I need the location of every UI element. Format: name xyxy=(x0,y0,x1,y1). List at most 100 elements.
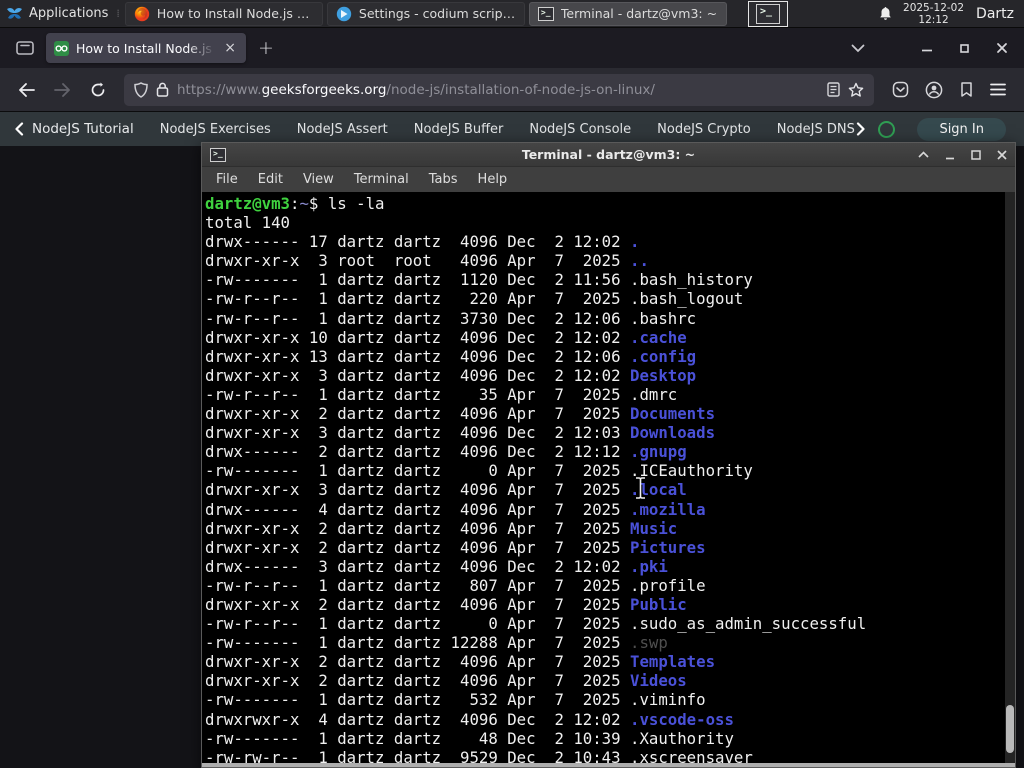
terminal-titlebar[interactable]: >_ Terminal - dartz@vm3: ~ xyxy=(202,143,1015,166)
terminal-menu-terminal[interactable]: Terminal xyxy=(346,170,417,189)
terminal-window: >_ Terminal - dartz@vm3: ~ File Edit View T… xyxy=(201,142,1016,768)
terminal-menu-view[interactable]: View xyxy=(295,170,342,189)
pocket-icon[interactable] xyxy=(892,81,909,98)
minimize-window-icon[interactable] xyxy=(945,150,955,160)
terminal-icon: >_ xyxy=(756,3,781,24)
nav-item[interactable]: NodeJS DNS xyxy=(777,122,855,137)
nav-item[interactable]: NodeJS Buffer xyxy=(414,122,504,137)
user-menu[interactable]: Dartz xyxy=(976,6,1014,22)
tray-terminal-icon[interactable]: >_ xyxy=(748,0,789,27)
extensions-icon[interactable] xyxy=(959,81,974,98)
directory-name: . xyxy=(630,232,640,252)
panel-clock[interactable]: 2025-12-02 12:12 xyxy=(903,2,964,26)
account-icon[interactable] xyxy=(925,81,943,99)
sign-in-button[interactable]: Sign In xyxy=(917,117,1006,141)
directory-name: Music xyxy=(630,518,678,538)
url-text: https://www.geeksforgeeks.org/node-js/in… xyxy=(177,81,655,98)
terminal-prompt-line: dartz@vm3:~$ ls -la xyxy=(205,194,385,213)
directory-name: Documents xyxy=(630,404,716,424)
terminal-line: drwxr-xr-x 13 dartz dartz 4096 Dec 2 12:… xyxy=(205,346,697,366)
terminal-output[interactable]: dartz@vm3:~$ ls -la total 140 drwx------… xyxy=(202,192,1015,763)
list-all-tabs-icon[interactable] xyxy=(851,44,865,53)
browser-tab-active[interactable]: How to Install Node.js on × xyxy=(46,33,246,63)
nav-item[interactable]: NodeJS Console xyxy=(529,122,631,137)
directory-name: Downloads xyxy=(630,423,716,443)
file-name: .viminfo xyxy=(630,690,706,710)
taskbar-button-firefox[interactable]: How to Install Node.js o... xyxy=(124,1,323,26)
applications-menu-label: Applications xyxy=(29,6,109,21)
terminal-line: -rw------- 1 dartz dartz 1120 Dec 2 11:5… xyxy=(205,270,753,290)
terminal-icon: >_ xyxy=(210,147,226,162)
nav-item[interactable]: NodeJS Exercises xyxy=(160,122,271,137)
forward-button[interactable] xyxy=(46,74,78,106)
applications-menu-button[interactable]: Applications xyxy=(0,0,116,27)
address-bar[interactable]: https://www.geeksforgeeks.org/node-js/in… xyxy=(124,73,874,106)
taskbar-button-vscodium[interactable]: Settings - codium script... xyxy=(326,1,525,26)
close-window-icon[interactable] xyxy=(997,149,1007,160)
reload-button[interactable] xyxy=(82,74,114,106)
prompt-cwd: ~ xyxy=(299,194,309,213)
new-tab-button[interactable]: + xyxy=(246,37,286,59)
terminal-menu-tabs[interactable]: Tabs xyxy=(421,170,466,189)
terminal-line: drwxrwxr-x 4 dartz dartz 4096 Dec 2 12:0… xyxy=(205,709,734,729)
terminal-menu-help[interactable]: Help xyxy=(470,170,516,189)
nav-item[interactable]: NodeJS Crypto xyxy=(657,122,751,137)
directory-name: .mozilla xyxy=(630,499,706,519)
terminal-line: -rw-rw-r-- 1 dartz dartz 9529 Dec 2 10:4… xyxy=(205,748,1015,763)
lock-icon[interactable] xyxy=(156,82,169,97)
file-name: .swp xyxy=(630,633,668,653)
taskbar-button-label: Settings - codium script... xyxy=(358,6,516,21)
notification-bell-icon[interactable] xyxy=(878,6,893,22)
back-button[interactable] xyxy=(10,74,42,106)
desktop: Applications ⁞ How to Install Node.js o.… xyxy=(0,0,1024,768)
terminal-resize-edge[interactable] xyxy=(202,763,1015,767)
firefox-view-icon[interactable] xyxy=(10,34,40,62)
terminal-line: -rw------- 1 dartz dartz 12288 Apr 7 202… xyxy=(205,633,668,653)
nav-item[interactable]: NodeJS Assert xyxy=(297,122,388,137)
terminal-line: drwxr-xr-x 2 dartz dartz 4096 Apr 7 2025… xyxy=(205,671,687,691)
window-minimize-icon[interactable] xyxy=(921,42,933,54)
taskbar-button-terminal[interactable]: >_ Terminal - dartz@vm3: ~ xyxy=(528,1,727,26)
file-name: .bash_logout xyxy=(630,289,744,309)
panel-handle: ⁞ xyxy=(116,7,119,20)
menu-hamburger-icon[interactable] xyxy=(990,83,1006,96)
window-close-icon[interactable] xyxy=(996,42,1008,54)
terminal-total-line: total 140 xyxy=(205,213,291,233)
taskbar-button-label: How to Install Node.js o... xyxy=(156,6,314,21)
file-name: .ICEauthority xyxy=(630,461,753,481)
directory-name: .cache xyxy=(630,327,687,347)
tab-close-icon[interactable]: × xyxy=(222,40,238,56)
terminal-line: -rw-r--r-- 1 dartz dartz 807 Apr 7 2025 … xyxy=(205,575,706,595)
clock-date: 2025-12-02 xyxy=(903,1,965,14)
terminal-line: drwxr-xr-x 10 dartz dartz 4096 Dec 2 12:… xyxy=(205,327,687,347)
terminal-line: -rw------- 1 dartz dartz 532 Apr 7 2025 … xyxy=(205,690,706,710)
file-name: .sudo_as_admin_successful xyxy=(630,614,867,634)
mouse-ibeam-cursor xyxy=(635,477,646,499)
nav-scroll-left-icon[interactable] xyxy=(14,122,24,136)
maximize-window-icon[interactable] xyxy=(971,149,981,160)
terminal-line: drwxr-xr-x 2 dartz dartz 4096 Apr 7 2025… xyxy=(205,594,687,614)
terminal-line: drwxr-xr-x 2 dartz dartz 4096 Apr 7 2025… xyxy=(205,652,716,672)
nav-item-tutorial[interactable]: NodeJS Tutorial xyxy=(32,121,134,137)
directory-name: .vscode-oss xyxy=(630,709,734,729)
terminal-scrollbar[interactable] xyxy=(1005,192,1015,763)
window-maximize-icon[interactable] xyxy=(959,43,970,54)
directory-name: Desktop xyxy=(630,365,697,385)
terminal-line: drwxr-xr-x 2 dartz dartz 4096 Apr 7 2025… xyxy=(205,537,706,557)
directory-name: Videos xyxy=(630,671,687,691)
terminal-menu-file[interactable]: File xyxy=(208,170,246,189)
tracking-shield-icon[interactable] xyxy=(134,81,148,98)
file-name: .Xauthority xyxy=(630,728,734,748)
terminal-scrollbar-thumb[interactable] xyxy=(1006,705,1014,753)
file-name: .bashrc xyxy=(630,308,697,328)
bookmark-star-icon[interactable] xyxy=(848,82,864,97)
reader-view-icon[interactable] xyxy=(827,82,840,97)
terminal-title: Terminal - dartz@vm3: ~ xyxy=(521,147,696,162)
terminal-menu-edit[interactable]: Edit xyxy=(250,170,291,189)
shade-window-icon[interactable] xyxy=(918,151,929,158)
terminal-line: drwx------ 3 dartz dartz 4096 Dec 2 12:0… xyxy=(205,556,668,576)
search-icon[interactable] xyxy=(878,120,896,138)
directory-name: Public xyxy=(630,594,687,614)
terminal-line: drwx------ 4 dartz dartz 4096 Apr 7 2025… xyxy=(205,499,706,519)
nav-scroll-right-icon[interactable] xyxy=(856,122,866,136)
